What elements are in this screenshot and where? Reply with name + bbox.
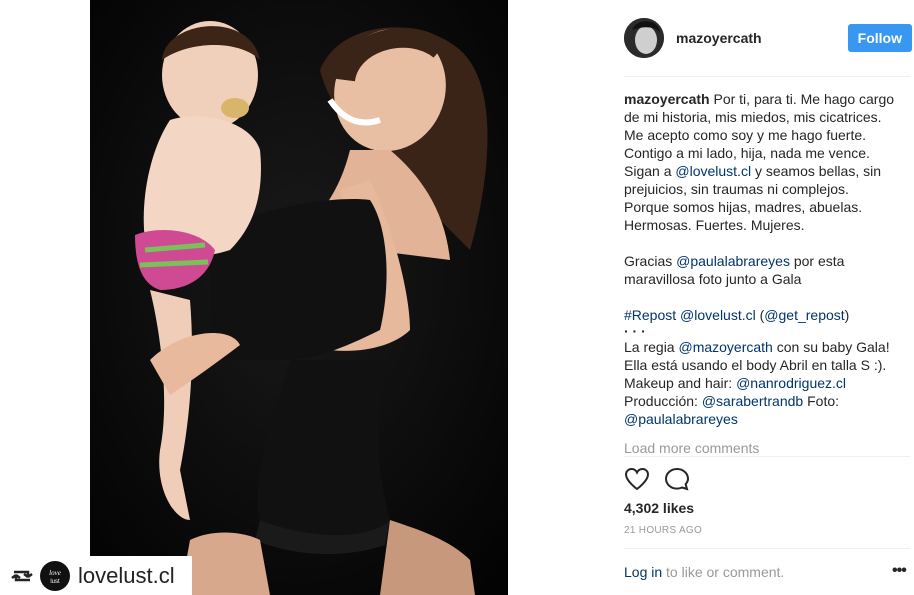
mention-link[interactable]: @get_repost — [764, 307, 844, 323]
heart-icon[interactable] — [624, 467, 650, 491]
mention-link[interactable]: @paulalabrareyes — [676, 253, 790, 269]
load-more-comments[interactable]: Load more comments — [624, 440, 759, 456]
caption-text: Producción: — [624, 393, 702, 409]
header-username[interactable]: mazoyercath — [676, 30, 848, 46]
post-photo[interactable] — [90, 0, 508, 595]
caption-line: Me acepto como soy y me hago fuerte. — [624, 127, 867, 143]
action-bar — [624, 466, 690, 492]
caption: mazoyercath Por ti, para ti. Me hago car… — [624, 90, 912, 428]
lovelust-logo-icon: love lust — [49, 569, 61, 585]
follow-button[interactable]: Follow — [847, 24, 912, 52]
divider — [624, 548, 910, 549]
caption-text: Gracias — [624, 253, 677, 269]
caption-dots: · · · — [624, 323, 646, 339]
caption-text: con su baby Gala! — [772, 339, 890, 355]
caption-text: y seamos bellas, sin — [751, 163, 882, 179]
divider — [624, 456, 910, 457]
caption-username[interactable]: mazoyercath — [624, 91, 710, 107]
divider — [624, 76, 910, 77]
caption-text: La regia — [624, 339, 679, 355]
caption-line: Por ti, para ti. Me hago cargo — [713, 91, 895, 107]
login-text: to like or comment. — [662, 564, 785, 580]
mention-link[interactable]: @nanrodriguez.cl — [736, 375, 846, 391]
caption-text: ( — [755, 307, 765, 323]
post-timestamp[interactable]: 21 HOURS AGO — [624, 525, 702, 536]
caption-text: Sigan a — [624, 163, 676, 179]
repost-badge: love lust lovelust.cl — [0, 556, 192, 595]
mention-link[interactable]: @paulalabrareyes — [624, 411, 738, 427]
caption-line: Hermosas. Fuertes. Mujeres. — [624, 217, 805, 233]
caption-text: ) — [844, 307, 850, 323]
repost-logo: love lust — [40, 560, 70, 591]
mention-link[interactable]: @mazoyercath — [678, 339, 772, 355]
media-panel: love lust lovelust.cl — [0, 0, 600, 595]
caption-line: prejuicios, sin traumas ni complejos. — [624, 181, 849, 197]
mention-link[interactable]: @sarabertrandb — [702, 393, 803, 409]
svg-text:lust: lust — [50, 579, 60, 585]
avatar[interactable] — [624, 18, 664, 58]
mention-link[interactable]: @lovelust.cl — [680, 307, 756, 323]
hashtag-link[interactable]: #Repost — [624, 307, 676, 323]
caption-line: Porque somos hijas, madres, abuelas. — [624, 199, 863, 215]
comment-icon[interactable] — [664, 467, 690, 491]
mention-link[interactable]: @lovelust.cl — [675, 163, 751, 179]
caption-text: Foto: — [803, 393, 840, 409]
caption-line: de mi historia, mis miedos, mis cicatric… — [624, 109, 882, 125]
likes-count[interactable]: 4,302 likes — [624, 500, 694, 516]
svg-text:love: love — [49, 569, 61, 577]
post-details-panel: mazoyercath Follow mazoyercath Por ti, p… — [600, 0, 914, 595]
caption-text: por esta — [789, 253, 845, 269]
caption-line: Contigo a mi lado, hija, nada me vence. — [624, 145, 870, 161]
caption-line: Ella está usando el body Abril en talla … — [624, 357, 887, 373]
repost-icon — [11, 570, 33, 581]
more-options-icon[interactable]: ••• — [892, 562, 907, 580]
login-prompt: Log in to like or comment. — [624, 564, 784, 580]
caption-line: maravillosa foto junto a Gala — [624, 271, 802, 287]
login-link[interactable]: Log in — [624, 564, 662, 580]
caption-text: Makeup and hair: — [624, 375, 737, 391]
post-header: mazoyercath Follow — [624, 16, 914, 60]
repost-account-name: lovelust.cl — [78, 562, 175, 588]
